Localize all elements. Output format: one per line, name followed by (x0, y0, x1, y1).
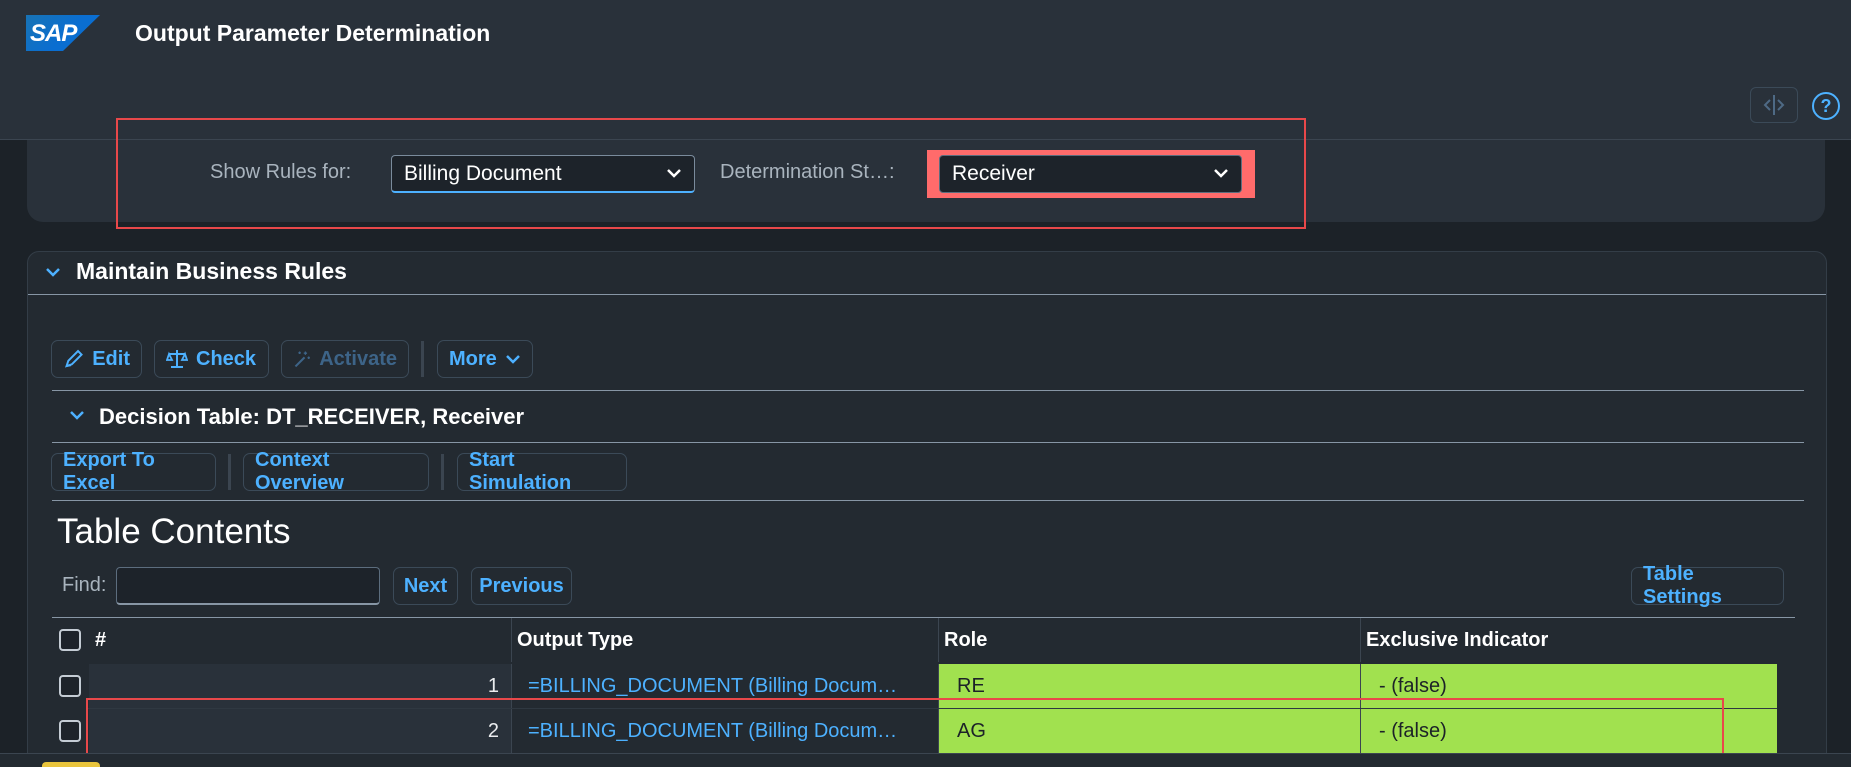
decision-table-title: Decision Table: DT_RECEIVER, Receiver (99, 404, 525, 429)
show-rules-value: Billing Document (404, 161, 562, 185)
select-all-checkbox[interactable] (59, 618, 81, 662)
role-cell[interactable]: RE (939, 664, 1361, 708)
next-label: Next (403, 574, 448, 597)
row-number: 1 (89, 664, 512, 708)
find-input[interactable] (116, 567, 380, 605)
toolbar-separator (441, 454, 444, 490)
table-contents-title: Table Contents (57, 512, 291, 551)
table-row[interactable]: 1 =BILLING_DOCUMENT (Billing Docum… RE -… (52, 664, 1777, 708)
magic-wand-icon (294, 351, 310, 368)
chevron-down-icon (666, 165, 682, 183)
row-select[interactable] (59, 664, 81, 708)
section-title: Maintain Business Rules (76, 258, 347, 284)
simulate-label: Start Simulation (469, 449, 572, 494)
edit-label: Edit (92, 347, 130, 370)
panel-header[interactable]: Maintain Business Rules (28, 252, 1826, 295)
table-settings-label: Table Settings (1643, 563, 1722, 608)
pencil-icon (64, 349, 83, 368)
output-type-cell[interactable]: =BILLING_DOCUMENT (Billing Docum… (512, 709, 939, 753)
role-cell[interactable]: AG (939, 709, 1361, 753)
context-overview-button[interactable]: Context Overview (243, 449, 429, 494)
footer-indicator (42, 762, 100, 767)
row-number: 2 (89, 709, 512, 753)
split-view-button[interactable] (1750, 87, 1798, 123)
check-label: Check (196, 347, 257, 370)
app-title: Output Parameter Determination (135, 20, 491, 46)
toolbar-separator (228, 454, 231, 490)
split-view-icon (1763, 95, 1785, 115)
sap-logo[interactable]: SAP (26, 15, 100, 51)
exclusive-indicator-cell[interactable]: - (false) (1361, 709, 1777, 753)
chevron-down-icon (68, 405, 86, 426)
row-select[interactable] (59, 709, 81, 753)
checkbox[interactable] (59, 629, 81, 651)
more-label: More (449, 347, 497, 370)
shell-bar: SAP Output Parameter Determination ? (0, 0, 1851, 140)
context-label: Context Overview (255, 449, 344, 494)
table-header-row: # Output Type Role Exclusive Indicator (52, 618, 1777, 662)
activate-label: Activate (319, 347, 397, 370)
column-header-number[interactable]: # (95, 618, 512, 662)
show-rules-label: Show Rules for: (210, 161, 352, 183)
chevron-down-icon (505, 355, 520, 364)
column-header-exclusive-indicator[interactable]: Exclusive Indicator (1361, 618, 1777, 662)
determination-step-value: Receiver (952, 162, 1035, 185)
next-button[interactable]: Next (393, 567, 458, 605)
start-simulation-button[interactable]: Start Simulation (457, 449, 627, 494)
previous-label: Previous (479, 574, 564, 597)
help-icon[interactable]: ? (1812, 92, 1840, 120)
previous-button[interactable]: Previous (471, 567, 572, 605)
checkbox[interactable] (59, 720, 81, 742)
decision-table-header[interactable]: Decision Table: DT_RECEIVER, Receiver (52, 390, 1804, 443)
chevron-down-icon (44, 262, 62, 283)
check-button[interactable]: Check (154, 340, 269, 378)
find-label: Find: (62, 574, 107, 596)
checkbox[interactable] (59, 675, 81, 697)
edit-button[interactable]: Edit (51, 340, 142, 378)
table-settings-button[interactable]: Table Settings (1631, 563, 1784, 608)
determination-step-label: Determination St…: (720, 161, 895, 183)
footer-strip (0, 753, 1851, 767)
chevron-down-icon (1213, 165, 1229, 183)
more-button[interactable]: More (437, 340, 533, 378)
activate-button[interactable]: Activate (281, 340, 409, 378)
export-to-excel-button[interactable]: Export To Excel (51, 449, 216, 494)
column-header-output-type[interactable]: Output Type (517, 618, 939, 662)
show-rules-select[interactable]: Billing Document (391, 155, 695, 193)
toolbar-separator (421, 341, 424, 377)
column-header-role[interactable]: Role (939, 618, 1361, 662)
decision-table-grid: # Output Type Role Exclusive Indicator 1… (52, 617, 1795, 753)
table-row[interactable]: 2 =BILLING_DOCUMENT (Billing Docum… AG -… (52, 709, 1777, 753)
determination-step-select[interactable]: Receiver (939, 155, 1242, 193)
balance-scale-icon (166, 350, 188, 368)
divider (52, 500, 1804, 501)
logo-text: SAP (30, 20, 77, 47)
exclusive-indicator-cell[interactable]: - (false) (1361, 664, 1777, 708)
output-type-cell[interactable]: =BILLING_DOCUMENT (Billing Docum… (512, 664, 939, 708)
export-label: Export To Excel (63, 449, 155, 494)
